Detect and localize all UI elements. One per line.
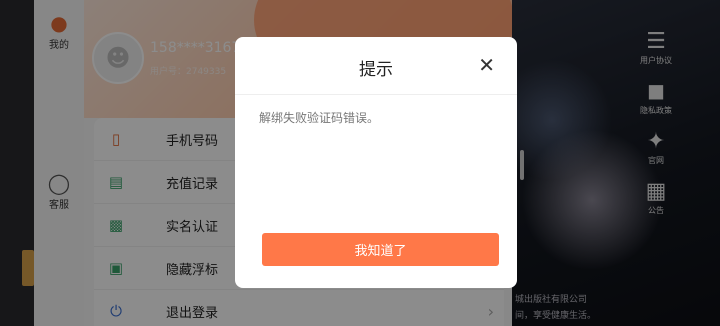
confirm-button[interactable]: 我知道了 — [262, 233, 499, 266]
dialog-message: 解绑失败验证码错误。 — [259, 111, 380, 125]
dialog-title: 提示 — [359, 60, 393, 80]
alert-dialog: 提示 ✕ 解绑失败验证码错误。 我知道了 — [235, 37, 517, 288]
close-icon[interactable]: ✕ — [478, 53, 495, 77]
dialog-divider — [235, 94, 517, 95]
